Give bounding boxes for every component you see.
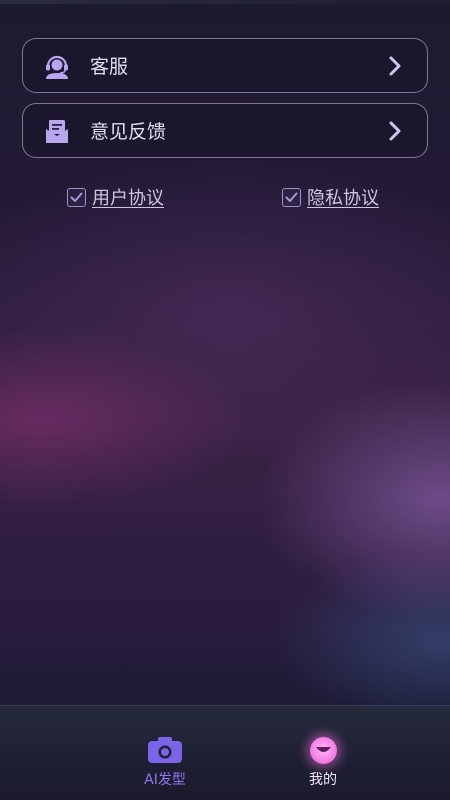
- check-icon: [285, 192, 298, 202]
- menu-item-feedback[interactable]: 意见反馈: [22, 103, 428, 158]
- privacy-agreement-link[interactable]: 隐私协议: [307, 184, 379, 210]
- agreements-row: 用户协议 隐私协议: [0, 184, 450, 210]
- user-agreement-link[interactable]: 用户协议: [92, 184, 164, 210]
- settings-screen: { "menu": { "items": [ {"label": "客服", "…: [0, 0, 450, 800]
- user-agreement-checkbox[interactable]: [67, 187, 86, 207]
- status-bar-strip: [0, 0, 450, 4]
- chevron-right-icon: [385, 119, 405, 143]
- privacy-agreement-checkbox[interactable]: [282, 187, 301, 207]
- smile-face-icon: [305, 734, 341, 766]
- camera-icon: [147, 734, 183, 766]
- menu-item-label: 意见反馈: [90, 121, 167, 143]
- privacy-agreement: 隐私协议: [282, 184, 379, 210]
- customer-service-icon: [43, 52, 71, 80]
- check-icon: [70, 192, 83, 202]
- tab-ai-hairstyle[interactable]: AI发型: [125, 734, 205, 789]
- tab-label: 我的: [309, 772, 337, 788]
- user-agreement: 用户协议: [67, 184, 164, 210]
- tab-label: AI发型: [144, 772, 186, 788]
- settings-menu: 客服 意见反馈: [22, 38, 428, 168]
- chevron-right-icon: [385, 54, 405, 78]
- bottom-tab-bar: AI发型 我的: [0, 705, 450, 800]
- menu-item-label: 客服: [90, 56, 129, 78]
- menu-item-customer-service[interactable]: 客服: [22, 38, 428, 93]
- tab-mine[interactable]: 我的: [283, 734, 363, 789]
- feedback-mail-icon: [43, 117, 71, 145]
